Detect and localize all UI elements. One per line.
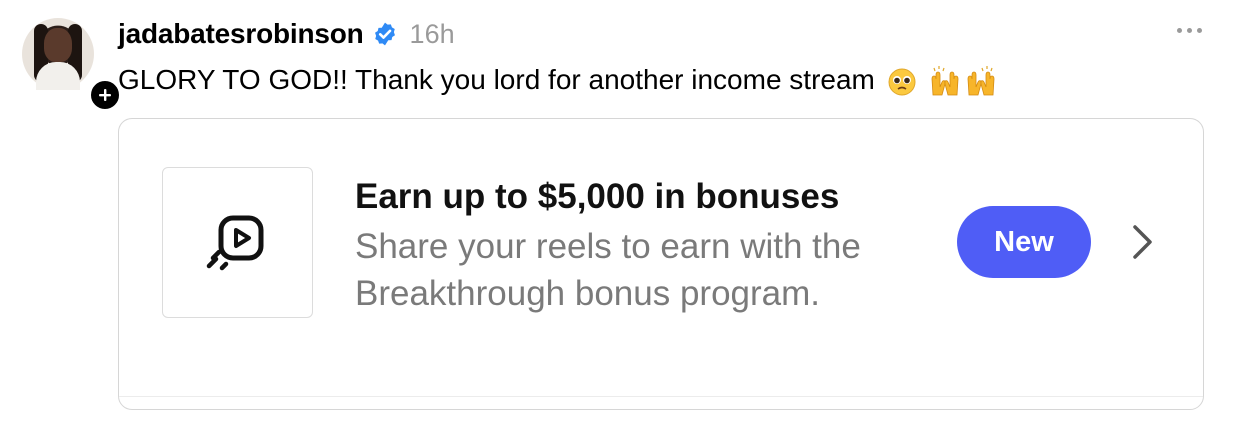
follow-button[interactable] (88, 78, 122, 112)
card-divider (119, 396, 1203, 397)
raising-hands-icon (932, 65, 959, 96)
thread-post: jadabatesrobinson 16h GLORY TO GOD!! Tha… (0, 0, 1242, 440)
more-dot-icon (1197, 28, 1202, 33)
verified-badge-icon (374, 22, 395, 46)
bonus-program-card[interactable]: Earn up to $5,000 in bonuses Share your … (118, 118, 1204, 410)
avatar[interactable] (22, 18, 122, 112)
avatar-body (36, 62, 80, 90)
caption-text: GLORY TO GOD!! Thank you lord for anothe… (118, 64, 875, 95)
card-title: Earn up to $5,000 in bonuses (355, 177, 840, 216)
reels-icon-tile (162, 167, 313, 318)
card-description: Share your reels to earn with the Breakt… (355, 227, 861, 313)
more-dot-icon (1177, 28, 1182, 33)
post-header: jadabatesrobinson 16h (118, 14, 455, 54)
plus-icon (99, 89, 111, 101)
post-caption: GLORY TO GOD!! Thank you lord for anothe… (118, 60, 998, 100)
new-badge: New (957, 206, 1091, 278)
reels-bonus-icon (206, 215, 263, 270)
raising-hands-icon (967, 65, 995, 96)
more-options-button[interactable] (1171, 22, 1208, 39)
username[interactable]: jadabatesrobinson (118, 18, 364, 50)
chevron-right-icon[interactable] (1125, 221, 1159, 263)
post-timestamp: 16h (409, 18, 455, 49)
pleading-face-icon (888, 68, 916, 96)
more-dot-icon (1187, 28, 1192, 33)
avatar-face (44, 28, 72, 62)
